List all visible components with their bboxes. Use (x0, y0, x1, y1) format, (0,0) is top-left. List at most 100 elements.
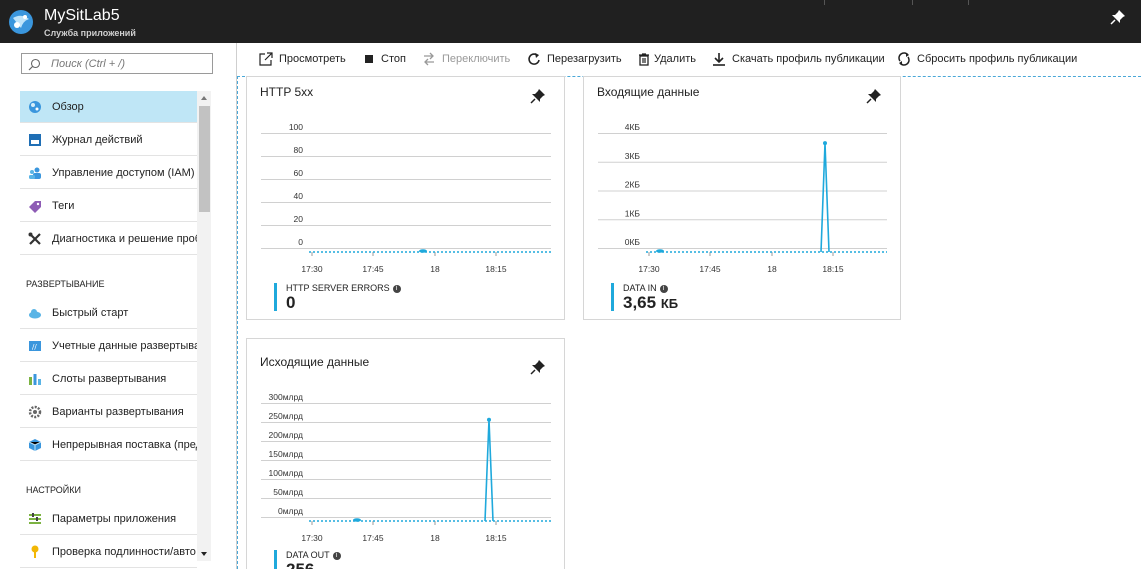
menu-item-continuous-delivery[interactable]: Непрерывная поставка (пред (20, 429, 197, 461)
tile-http5xx[interactable]: HTTP 5xx 0 20 40 60 80 100 17:30 17:45 18 18:15 H… (246, 76, 565, 320)
metric-data-out: DATA OUTi 256 (274, 550, 341, 569)
y-tick-label: 100 (289, 122, 303, 132)
menu-item-deploy-options[interactable]: Варианты развертывания (20, 396, 197, 428)
data-out-chart: 0млрд 50млрд 100млрд 150млрд 200млрд 250млрд 3… (261, 392, 551, 543)
trash-icon (639, 53, 649, 66)
tools-icon (28, 232, 41, 245)
menu-item-label: Учетные данные развертыва (52, 340, 197, 352)
menu-item-deploy-credentials[interactable]: // Учетные данные развертыва (20, 330, 197, 362)
scroll-down-icon[interactable] (197, 547, 211, 561)
swap-label: Переключить (442, 53, 511, 65)
y-tick-label: 4КБ (625, 122, 641, 132)
menu-item-tags[interactable]: Теги (20, 190, 197, 222)
y-tick-label: 0 (298, 237, 303, 247)
y-tick-label: 40 (294, 191, 304, 201)
x-tick-label: 18 (430, 264, 440, 274)
app-service-logo-icon (9, 10, 33, 34)
y-tick-label: 300млрд (269, 392, 304, 402)
menu-item-diagnostics[interactable]: Диагностика и решение проб (20, 223, 197, 255)
menu-item-authentication[interactable]: Проверка подлинности/авто (20, 536, 197, 568)
menu-item-label: Варианты развертывания (52, 406, 184, 418)
menu-item-deploy-slots[interactable]: Слоты развертывания (20, 363, 197, 395)
metric-name: DATA OUT i (286, 550, 341, 560)
restart-icon (528, 53, 540, 65)
series-peak-point (487, 417, 491, 422)
swap-icon (424, 52, 434, 66)
title-divider (912, 0, 913, 5)
y-tick-label: 2КБ (625, 180, 641, 190)
menu-list: Обзор Журнал действий Управление доступо… (20, 91, 197, 569)
x-tick-label: 17:30 (301, 533, 323, 543)
menu-scrollbar[interactable] (197, 91, 211, 561)
scroll-up-icon[interactable] (197, 91, 211, 105)
settings-list-icon (29, 513, 41, 524)
metric-name-text: DATA IN (623, 283, 657, 293)
metric-value: 256 (286, 560, 314, 569)
y-tick-label: 200млрд (269, 430, 304, 440)
y-tick-label: 60 (294, 168, 304, 178)
cube-icon (28, 439, 42, 451)
menu-item-overview[interactable]: Обзор (20, 91, 197, 123)
metric-value-number: 256 (286, 560, 314, 569)
metric-value: 0 (286, 293, 295, 313)
menu-item-activity-log[interactable]: Журнал действий (20, 124, 197, 156)
slots-icon (29, 374, 41, 385)
metric-unit: КБ (660, 296, 679, 311)
menu-item-iam[interactable]: Управление доступом (IAM) (20, 157, 197, 189)
info-icon[interactable]: i (332, 552, 341, 560)
users-icon (29, 167, 41, 179)
tile-data-in[interactable]: Входящие данные 0КБ 1КБ 2КБ 3КБ 4КБ 17:30 17:4… (583, 76, 901, 320)
title-bar: MySitLab5 Служба приложений (0, 0, 1141, 43)
title-divider (824, 0, 825, 5)
menu-item-label: Обзор (52, 101, 84, 113)
y-tick-label: 0млрд (278, 506, 303, 516)
metric-name-text: DATA OUT (286, 550, 330, 560)
menu-item-label: Слоты развертывания (52, 373, 167, 385)
search-input[interactable]: Поиск (Ctrl + /) (21, 53, 213, 74)
menu-item-app-settings[interactable]: Параметры приложения (20, 503, 197, 535)
delete-label: Удалить (654, 53, 696, 65)
app-subtitle: Служба приложений (44, 28, 136, 38)
external-link-icon (259, 52, 273, 66)
http5xx-chart: 0 20 40 60 80 100 17:30 17:45 18 18:15 (261, 122, 551, 274)
reset-icon (898, 52, 910, 66)
stop-icon (365, 55, 373, 63)
reset-profile-label: Сбросить профиль публикации (917, 53, 1078, 65)
series-point (419, 249, 427, 253)
y-tick-label: 80 (294, 145, 304, 155)
restart-label: Перезагрузить (547, 53, 622, 65)
series-spike (484, 419, 494, 522)
menu-item-quickstart[interactable]: Быстрый старт (20, 297, 197, 329)
series-spike (820, 143, 830, 253)
metric-http-errors: HTTP SERVER ERRORS i 0 (274, 283, 401, 312)
menu-item-label: Журнал действий (52, 134, 143, 146)
x-tick-label: 18:15 (485, 533, 507, 543)
tile-data-out[interactable]: Исходящие данные 0млрд 50млрд 100млрд 150мл… (246, 338, 565, 569)
pin-blade-icon[interactable] (1110, 9, 1126, 25)
series-point (656, 249, 664, 253)
y-tick-label: 100млрд (269, 468, 304, 478)
metric-value: 3,65 КБ (623, 293, 678, 313)
info-icon[interactable]: i (659, 285, 668, 293)
metric-data-in: DATA IN i 3,65 КБ (611, 283, 678, 312)
download-icon (713, 53, 725, 66)
series-point (353, 518, 361, 522)
x-tick-label: 17:45 (362, 533, 384, 543)
app-title: MySitLab5 (44, 7, 120, 24)
title-divider (968, 0, 969, 5)
activity-log-icon (29, 134, 41, 146)
info-icon[interactable]: i (392, 285, 401, 293)
metric-name: DATA IN i (623, 283, 668, 293)
svg-text://: // (32, 343, 37, 351)
y-tick-label: 50млрд (273, 487, 303, 497)
stop-label: Стоп (381, 53, 406, 65)
download-profile-label: Скачать профиль публикации (732, 53, 885, 65)
x-tick-label: 18:15 (485, 264, 507, 274)
x-tick-label: 17:30 (638, 264, 660, 274)
x-tick-label: 17:45 (699, 264, 721, 274)
scroll-thumb[interactable] (199, 106, 210, 212)
gear-icon (28, 405, 42, 419)
command-bar: Просмотреть Стоп Переключить Перезагрузи… (237, 43, 1141, 77)
menu-item-label: Проверка подлинности/авто (52, 546, 196, 558)
search-placeholder: Поиск (Ctrl + /) (51, 58, 125, 70)
